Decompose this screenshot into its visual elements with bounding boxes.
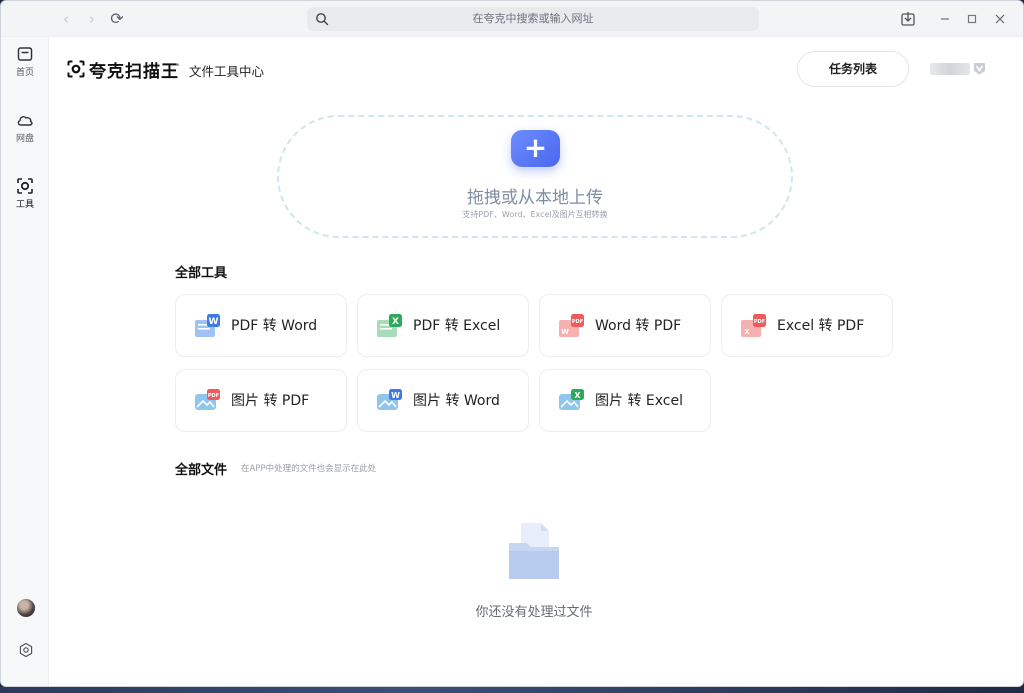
svg-text:W: W	[391, 391, 400, 400]
svg-text:X: X	[744, 328, 750, 336]
tool-image-to-word[interactable]: W 图片 转 Word	[357, 369, 529, 432]
address-bar[interactable]: 在夸克中搜索或输入网址	[307, 7, 759, 31]
tool-label: 图片 转 PDF	[231, 393, 310, 409]
pdf-to-word-icon: W	[195, 314, 220, 337]
tool-label: Excel 转 PDF	[777, 318, 865, 334]
image-to-pdf-icon: PDF	[195, 389, 220, 410]
tool-label: PDF 转 Word	[231, 318, 318, 334]
home-icon	[17, 47, 33, 61]
image-to-word-icon: W	[377, 389, 402, 410]
tool-word-to-pdf[interactable]: W PDF Word 转 PDF	[539, 294, 711, 357]
files-note: 在APP中处理的文件也会显示在此处	[241, 464, 377, 474]
maximize-icon[interactable]	[963, 10, 981, 28]
svg-text:PDF: PDF	[208, 393, 219, 399]
upload-dropzone[interactable]: + 拖拽或从本地上传 支持PDF、Word、Excel及图片互相转换	[277, 115, 793, 238]
empty-state-text: 你还没有处理过文件	[475, 605, 593, 620]
tools-heading: 全部工具	[175, 266, 228, 281]
svg-text:X: X	[392, 317, 399, 327]
desktop-background	[0, 687, 1024, 693]
rail-label-tools: 工具	[15, 200, 34, 210]
rail-item-tools[interactable]: 工具	[1, 177, 49, 210]
upload-hint: 支持PDF、Word、Excel及图片互相转换	[462, 210, 608, 219]
brand-logo-icon	[67, 60, 85, 78]
cloud-icon	[17, 116, 33, 126]
rail-item-home[interactable]: 首页	[1, 45, 49, 78]
title-bar: ‹ › ⟳ 在夸克中搜索或输入网址	[1, 1, 1023, 37]
address-placeholder: 在夸克中搜索或输入网址	[472, 12, 594, 25]
pdf-to-excel-icon: X	[377, 314, 402, 337]
word-to-pdf-icon: W PDF	[559, 314, 584, 337]
brand-name: 夸克扫描王	[89, 62, 179, 82]
upload-plus-button[interactable]: +	[511, 130, 560, 167]
forward-button[interactable]: ›	[83, 10, 101, 28]
rail-item-cloud[interactable]: 网盘	[1, 111, 49, 144]
tool-label: Word 转 PDF	[595, 318, 682, 334]
side-rail: 首页 网盘 工具	[1, 37, 49, 686]
task-list-button[interactable]: 任务列表	[797, 51, 909, 87]
empty-folder-icon	[509, 523, 559, 579]
tool-pdf-to-word[interactable]: W PDF 转 Word	[175, 294, 347, 357]
tool-image-to-excel[interactable]: X 图片 转 Excel	[539, 369, 711, 432]
user-name-blurred[interactable]	[930, 63, 970, 75]
tool-pdf-to-excel[interactable]: X PDF 转 Excel	[357, 294, 529, 357]
page-title: 文件工具中心	[189, 64, 265, 79]
brand-separator: •	[175, 61, 181, 71]
svg-text:X: X	[574, 391, 581, 400]
files-heading: 全部文件	[175, 463, 228, 478]
settings-icon[interactable]	[18, 642, 34, 658]
avatar[interactable]	[17, 599, 35, 617]
rail-label-home: 首页	[15, 68, 34, 78]
svg-text:W: W	[561, 328, 569, 336]
svg-text:PDF: PDF	[572, 319, 583, 325]
image-to-excel-icon: X	[559, 389, 584, 410]
upload-title: 拖拽或从本地上传	[467, 188, 603, 208]
close-icon[interactable]	[991, 10, 1009, 28]
svg-text:PDF: PDF	[754, 319, 765, 325]
tool-excel-to-pdf[interactable]: X PDF Excel 转 PDF	[721, 294, 893, 357]
download-icon[interactable]	[899, 10, 917, 28]
rail-label-cloud: 网盘	[15, 134, 34, 144]
svg-text:W: W	[209, 317, 219, 327]
tool-label: 图片 转 Excel	[595, 393, 683, 409]
back-button[interactable]: ‹	[57, 10, 75, 28]
tool-label: PDF 转 Excel	[413, 318, 501, 334]
tool-label: 图片 转 Word	[413, 393, 500, 409]
scan-icon	[17, 178, 33, 194]
app-window: ‹ › ⟳ 在夸克中搜索或输入网址 首页 网盘 工具 夸克扫描王 • 文件工具中…	[0, 0, 1024, 687]
tool-image-to-pdf[interactable]: PDF 图片 转 PDF	[175, 369, 347, 432]
excel-to-pdf-icon: X PDF	[741, 314, 766, 337]
minimize-icon[interactable]	[936, 10, 954, 28]
vip-badge-icon	[974, 63, 985, 75]
refresh-button[interactable]: ⟳	[108, 10, 126, 28]
